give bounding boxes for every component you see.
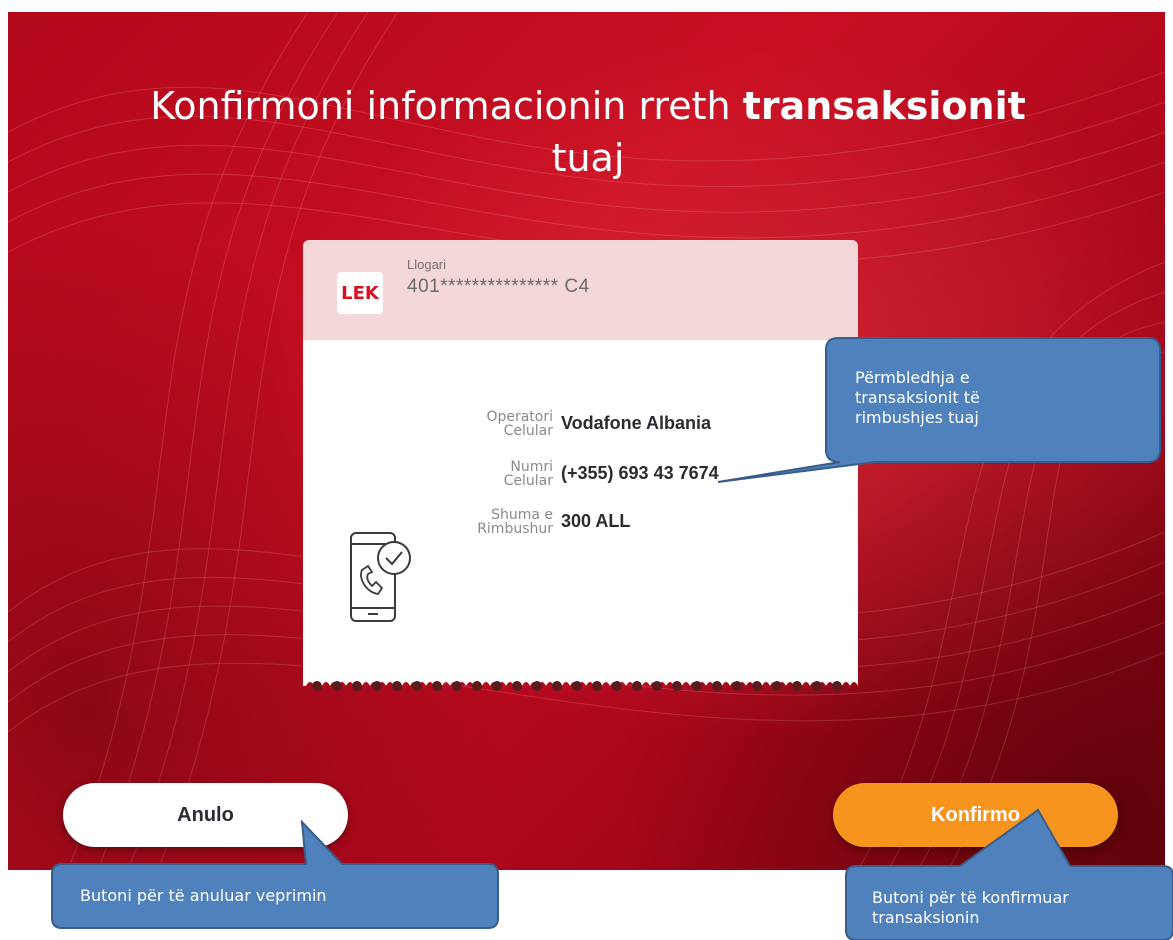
page-title: Konfirmoni informacionin rreth transaksi… (150, 84, 1026, 180)
detail-row-amount: Shuma e Rimbushur 300 ALL (443, 508, 843, 548)
callout-line: Butoni për të anuluar veprimin (80, 886, 327, 905)
detail-label: Celular (503, 423, 553, 439)
callout-line: transaksionit të (855, 388, 980, 407)
account-number: 401*************** C4 (407, 276, 590, 297)
detail-value: 300 ALL (561, 511, 631, 531)
callout-line: Butoni për të konfirmuar (872, 888, 1069, 907)
receipt-torn-edge (303, 678, 858, 691)
account-label: Llogari (407, 257, 447, 272)
detail-value: Vodafone Albania (561, 413, 712, 433)
confirm-button[interactable]: Konfirmo (833, 783, 1118, 847)
currency-badge: LEK (337, 272, 383, 314)
callout-confirm-text: Butoni për të konfirmuar transaksionin (872, 888, 1069, 928)
detail-label: Rimbushur (477, 521, 553, 537)
cancel-button[interactable]: Anulo (63, 783, 348, 847)
detail-row-operator: Operatori Celular Vodafone Albania (443, 410, 843, 450)
callout-summary-text: Përmbledhja e transaksionit të rimbushje… (855, 368, 980, 428)
callout-line: transaksionin (872, 908, 980, 927)
receipt-details: Operatori Celular Vodafone Albania Numri… (303, 340, 858, 680)
account-header: LEK Llogari 401*************** C4 (303, 240, 858, 340)
callout-cancel-text: Butoni për të anuluar veprimin (80, 886, 327, 906)
detail-value: (+355) 693 43 7674 (561, 463, 719, 483)
callout-line: Përmbledhja e (855, 368, 970, 387)
callout-line: rimbushjes tuaj (855, 408, 979, 427)
detail-label: Numri (510, 459, 553, 475)
detail-label: Celular (503, 473, 553, 489)
atm-screen: Konfirmoni informacionin rreth transaksi… (8, 12, 1165, 870)
detail-label: Operatori (486, 409, 553, 425)
detail-row-phone: Numri Celular (+355) 693 43 7674 (443, 460, 843, 500)
detail-label: Shuma e (491, 507, 553, 523)
transaction-receipt: LEK Llogari 401*************** C4 Operat… (303, 240, 858, 695)
phone-check-icon (350, 532, 411, 622)
